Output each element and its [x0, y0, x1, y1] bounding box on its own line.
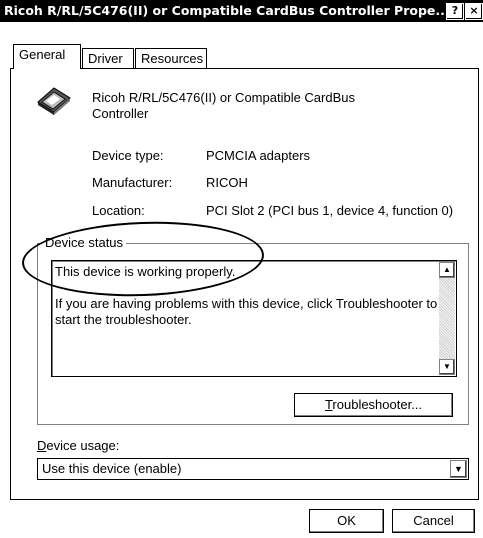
- status-line2: If you are having problems with this dev…: [55, 296, 438, 311]
- device-usage-selected: Use this device (enable): [42, 461, 182, 476]
- cancel-button[interactable]: Cancel: [392, 509, 475, 533]
- close-button[interactable]: ×: [465, 3, 483, 20]
- device-type-value: PCMCIA adapters: [206, 148, 311, 163]
- device-status-textbox[interactable]: This device is working properly. If you …: [51, 260, 457, 377]
- tab-general[interactable]: General: [13, 44, 81, 69]
- properties-dialog: Ricoh R/RL/5C476(II) or Compatible CardB…: [0, 0, 483, 538]
- troubleshooter-button[interactable]: Troubleshooter...: [294, 393, 453, 417]
- device-type-label: Device type:: [92, 148, 164, 163]
- device-usage-label-text: evice usage:: [46, 438, 120, 453]
- tab-driver[interactable]: Driver: [82, 48, 134, 68]
- ok-button[interactable]: OK: [309, 509, 384, 533]
- device-status-title: Device status: [42, 235, 127, 250]
- cardbus-controller-icon: [37, 87, 71, 115]
- device-name-line1: Ricoh R/RL/5C476(II) or Compatible CardB…: [92, 90, 355, 105]
- scroll-up-icon[interactable]: ▲: [439, 262, 455, 278]
- manufacturer-label: Manufacturer:: [92, 175, 173, 190]
- status-scrollbar[interactable]: ▲ ▼: [439, 262, 455, 375]
- location-label: Location:: [92, 203, 145, 218]
- status-line1: This device is working properly.: [55, 264, 236, 279]
- status-line3: start the troubleshooter.: [55, 312, 192, 327]
- manufacturer-value: RICOH: [206, 175, 248, 190]
- device-usage-select[interactable]: Use this device (enable) ▼: [37, 458, 469, 480]
- device-name-line2: Controller: [92, 106, 149, 121]
- scroll-down-icon[interactable]: ▼: [439, 359, 455, 375]
- title-bar[interactable]: Ricoh R/RL/5C476(II) or Compatible CardB…: [0, 0, 483, 22]
- help-button[interactable]: ?: [446, 3, 464, 20]
- device-usage-label: Device usage:: [37, 438, 119, 453]
- chevron-down-icon[interactable]: ▼: [450, 460, 467, 478]
- troubleshooter-label: roubleshooter...: [332, 397, 423, 412]
- device-usage-accesskey: D: [37, 438, 47, 453]
- location-value: PCI Slot 2 (PCI bus 1, device 4, functio…: [206, 203, 454, 218]
- tab-resources[interactable]: Resources: [135, 48, 207, 68]
- window-title: Ricoh R/RL/5C476(II) or Compatible CardB…: [4, 3, 444, 18]
